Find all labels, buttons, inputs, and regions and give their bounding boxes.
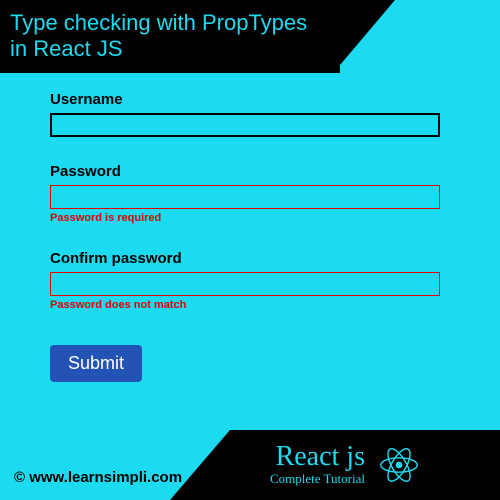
confirm-password-input[interactable] <box>50 272 440 296</box>
page-title: Type checking with PropTypes in React JS <box>0 0 340 73</box>
brand-subtitle: Complete Tutorial <box>270 471 365 487</box>
confirm-password-label: Confirm password <box>50 250 450 267</box>
react-logo-icon <box>375 441 423 489</box>
submit-button[interactable]: Submit <box>50 345 142 382</box>
confirm-password-error: Password does not match <box>50 299 450 311</box>
copyright-text: © www.learnsimpli.com <box>14 469 182 486</box>
password-label: Password <box>50 163 450 180</box>
form-container: Username Password Password is required C… <box>0 73 500 382</box>
password-error: Password is required <box>50 212 450 224</box>
password-field: Password Password is required <box>50 163 450 224</box>
password-input[interactable] <box>50 185 440 209</box>
brand-title: React js <box>276 443 365 471</box>
username-input[interactable] <box>50 113 440 137</box>
username-label: Username <box>50 91 450 108</box>
brand-footer: React js Complete Tutorial <box>230 430 500 500</box>
username-field: Username <box>50 91 450 137</box>
brand-text-group: React js Complete Tutorial <box>270 443 365 487</box>
title-text: Type checking with PropTypes in React JS <box>10 10 307 61</box>
confirm-password-field: Confirm password Password does not match <box>50 250 450 311</box>
